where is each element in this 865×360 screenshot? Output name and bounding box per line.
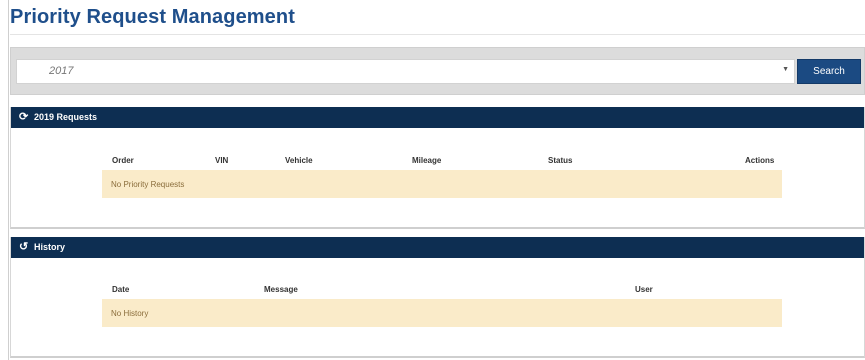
column-header-mileage: Mileage	[412, 156, 442, 165]
empty-row: No History	[102, 299, 782, 327]
column-header-message: Message	[264, 285, 298, 294]
history-header-label: History	[34, 242, 66, 252]
chevron-down-icon: ▼	[782, 66, 789, 73]
column-header-user: User	[635, 285, 653, 294]
history-table: Date Message User No History	[102, 283, 782, 327]
page-title: Priority Request Management	[10, 6, 295, 28]
year-select[interactable]: 2017 ▼	[16, 59, 795, 84]
empty-message: No History	[111, 309, 149, 318]
page: Priority Request Management 2017 ▼ Searc…	[10, 0, 865, 360]
empty-row: No Priority Requests	[102, 170, 782, 198]
requests-table-header: Order VIN Vehicle Mileage Status Actions	[102, 154, 782, 170]
column-header-date: Date	[112, 285, 130, 294]
window-left-frame	[0, 0, 9, 360]
history-header: ↺ History	[11, 237, 864, 258]
requests-header: ⟳ 2019 Requests	[11, 107, 864, 128]
column-header-vin: VIN	[215, 156, 229, 165]
history-table-header: Date Message User	[102, 283, 782, 299]
search-button[interactable]: Search	[797, 59, 861, 84]
search-panel: 2017 ▼ Search	[10, 47, 865, 95]
year-select-value: 2017	[49, 65, 74, 77]
history-icon[interactable]: ↺	[19, 241, 28, 253]
title-divider	[10, 34, 865, 35]
history-section: ↺ History Date Message User No History	[10, 237, 865, 358]
column-header-vehicle: Vehicle	[285, 156, 313, 165]
column-header-order: Order	[112, 156, 134, 165]
requests-header-label: 2019 Requests	[34, 112, 98, 122]
refresh-icon[interactable]: ⟳	[19, 111, 28, 123]
requests-table: Order VIN Vehicle Mileage Status Actions…	[102, 154, 782, 198]
empty-message: No Priority Requests	[111, 180, 185, 189]
column-header-status: Status	[548, 156, 573, 165]
column-header-actions: Actions	[745, 156, 775, 165]
requests-section: ⟳ 2019 Requests Order VIN Vehicle Mileag…	[10, 107, 865, 229]
